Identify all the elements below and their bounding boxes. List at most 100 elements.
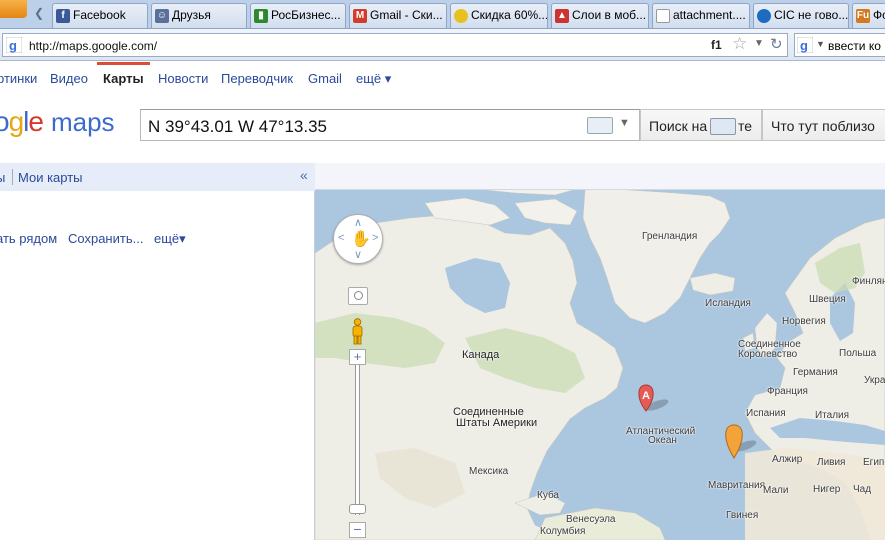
hand-icon[interactable]: ✋ bbox=[351, 229, 371, 249]
pan-control[interactable]: ∧ < > ∨ ✋ bbox=[333, 214, 383, 264]
browser-tab[interactable]: M Gmail - Ски... bbox=[349, 3, 447, 28]
svg-text:g: g bbox=[9, 38, 17, 53]
flame-icon: ▲ bbox=[555, 9, 569, 23]
chart-icon: ▮ bbox=[254, 9, 268, 23]
svg-text:g: g bbox=[800, 38, 808, 53]
zoom-slider-thumb[interactable] bbox=[349, 504, 366, 514]
gbar-link-video[interactable]: Видео bbox=[50, 71, 88, 86]
map-label: Гвинея bbox=[726, 510, 759, 521]
browser-tab[interactable]: ▲ Слои в моб... bbox=[551, 3, 649, 28]
tab-label: Facebook bbox=[73, 8, 126, 22]
map-label: Исландия bbox=[705, 298, 751, 309]
keyboard-dropdown-icon[interactable]: ▼ bbox=[619, 117, 630, 129]
gbar-link-translate[interactable]: Переводчик bbox=[221, 71, 293, 86]
map-label: Финляндия bbox=[852, 276, 885, 287]
tab-scroll-left-icon[interactable]: ❮ bbox=[34, 6, 44, 20]
map-label: Куба bbox=[537, 490, 559, 501]
tab-label: РосБизнес... bbox=[271, 8, 341, 22]
reload-icon[interactable]: ↻ bbox=[770, 35, 783, 53]
browser-tab[interactable]: f Facebook bbox=[52, 3, 148, 28]
map-label: Италия bbox=[815, 410, 850, 421]
pan-left-icon[interactable]: < bbox=[338, 232, 344, 244]
google-maps-logo[interactable]: ogle maps bbox=[0, 106, 115, 138]
reset-view-button[interactable] bbox=[348, 287, 368, 305]
pan-up-icon[interactable]: ∧ bbox=[354, 216, 362, 229]
tab-directions[interactable]: ы bbox=[0, 170, 5, 185]
firefox-menu-button[interactable] bbox=[0, 0, 27, 18]
map-top-bar bbox=[315, 163, 885, 190]
history-dropdown-icon[interactable]: ▼ bbox=[754, 38, 764, 49]
person-icon: ☺ bbox=[155, 9, 169, 23]
google-favicon-icon: g bbox=[6, 37, 22, 53]
location-marker-icon[interactable] bbox=[725, 424, 743, 459]
search-map-button[interactable]: Поиск на те bbox=[640, 109, 762, 141]
map-label: Ливия bbox=[817, 457, 846, 468]
map-label: Испания bbox=[746, 408, 786, 419]
browser-tab[interactable]: CIC не гово... bbox=[753, 3, 849, 28]
browser-tab[interactable]: ☺ Друзья bbox=[151, 3, 247, 28]
url-text[interactable]: http://maps.google.com/ bbox=[29, 39, 157, 53]
search-nearby-button[interactable]: Что тут поблизо bbox=[762, 109, 885, 141]
url-badge: f1 bbox=[711, 38, 722, 52]
gbar-link-maps[interactable]: Карты bbox=[103, 71, 144, 86]
tab-my-maps[interactable]: Мои карты bbox=[18, 170, 83, 185]
save-link[interactable]: Сохранить... bbox=[68, 231, 143, 246]
map-label: Колумбия bbox=[540, 526, 586, 537]
tab-label: Друзья bbox=[172, 8, 211, 22]
active-link-underline bbox=[97, 62, 150, 65]
tab-separator bbox=[12, 169, 13, 185]
gbar-link-gmail[interactable]: Gmail bbox=[308, 71, 342, 86]
zoom-out-button[interactable]: − bbox=[349, 522, 366, 538]
circle-icon bbox=[354, 291, 363, 300]
tab-label: Скидка 60%... bbox=[471, 8, 548, 22]
map-label: Мали bbox=[763, 485, 789, 496]
browser-tab[interactable]: ▮ РосБизнес... bbox=[250, 3, 346, 28]
search-map-label: Поиск на bbox=[649, 118, 708, 134]
logo-maps-text: maps bbox=[50, 107, 115, 137]
browser-search-box[interactable]: g ▼ ввести ко bbox=[794, 33, 885, 57]
tab-label: Слои в моб... bbox=[572, 8, 647, 22]
search-query-value[interactable]: N 39°43.01 W 47°13.35 bbox=[148, 117, 327, 137]
maps-search-input[interactable]: N 39°43.01 W 47°13.35 ▼ bbox=[140, 109, 640, 141]
map-label: Гренландия bbox=[642, 231, 698, 242]
tab-label: Gmail - Ски... bbox=[370, 8, 443, 22]
map-label: Мавритания bbox=[708, 480, 766, 491]
bmw-icon bbox=[757, 9, 771, 23]
pan-down-icon[interactable]: ∨ bbox=[354, 248, 362, 261]
map-label: Франция bbox=[767, 386, 808, 397]
search-engine-icon[interactable]: g bbox=[797, 37, 813, 53]
search-nearby-label: Что тут поблизо bbox=[771, 118, 875, 134]
map-canvas[interactable]: A Гренландия Исландия Финляндия Швеция Н… bbox=[315, 163, 885, 540]
gbar-link-images[interactable]: ртинки bbox=[0, 71, 37, 86]
browser-tab[interactable]: attachment.... bbox=[652, 3, 750, 28]
browser-tab-strip: ❮ f Facebook ☺ Друзья ▮ РосБизнес... M G… bbox=[0, 0, 885, 29]
pan-right-icon[interactable]: > bbox=[372, 232, 378, 244]
virtual-keyboard-icon[interactable] bbox=[587, 117, 613, 134]
map-tiles[interactable]: A bbox=[315, 163, 885, 540]
more-link[interactable]: ещё▾ bbox=[154, 231, 186, 247]
tab-label: Фо bbox=[873, 8, 885, 22]
bookmark-star-icon[interactable]: ☆ bbox=[732, 34, 747, 54]
browser-tab[interactable]: Скидка 60%... bbox=[450, 3, 548, 28]
browser-tab[interactable]: Fu Фо bbox=[852, 3, 885, 28]
gbar-link-more[interactable]: ещё ▾ bbox=[356, 71, 391, 87]
search-placeholder: ввести ко bbox=[828, 39, 881, 53]
search-map-label-tail: те bbox=[738, 118, 753, 134]
panel-tabs: ы Мои карты « bbox=[0, 163, 315, 191]
map-label: Египет bbox=[863, 457, 885, 468]
map-label: Швеция bbox=[809, 294, 846, 305]
gbar-link-news[interactable]: Новости bbox=[158, 71, 208, 86]
address-bar[interactable]: g http://maps.google.com/ f1 ☆ ▼ ↻ bbox=[2, 33, 788, 57]
search-engine-dropdown-icon[interactable]: ▼ bbox=[816, 39, 825, 49]
sun-icon bbox=[454, 9, 468, 23]
map-label: Королевство bbox=[738, 349, 798, 360]
map-label: Норвегия bbox=[782, 316, 826, 327]
navigation-bar: g http://maps.google.com/ f1 ☆ ▼ ↻ g ▼ в… bbox=[0, 29, 885, 61]
zoom-slider-track[interactable] bbox=[355, 365, 360, 515]
collapse-panel-icon[interactable]: « bbox=[300, 167, 308, 183]
map-label: Германия bbox=[793, 367, 838, 378]
search-nearby-link[interactable]: ать рядом bbox=[0, 231, 57, 246]
pegman-icon[interactable] bbox=[350, 318, 365, 345]
map-label: Польша bbox=[839, 348, 877, 359]
zoom-in-button[interactable]: + bbox=[349, 349, 366, 365]
